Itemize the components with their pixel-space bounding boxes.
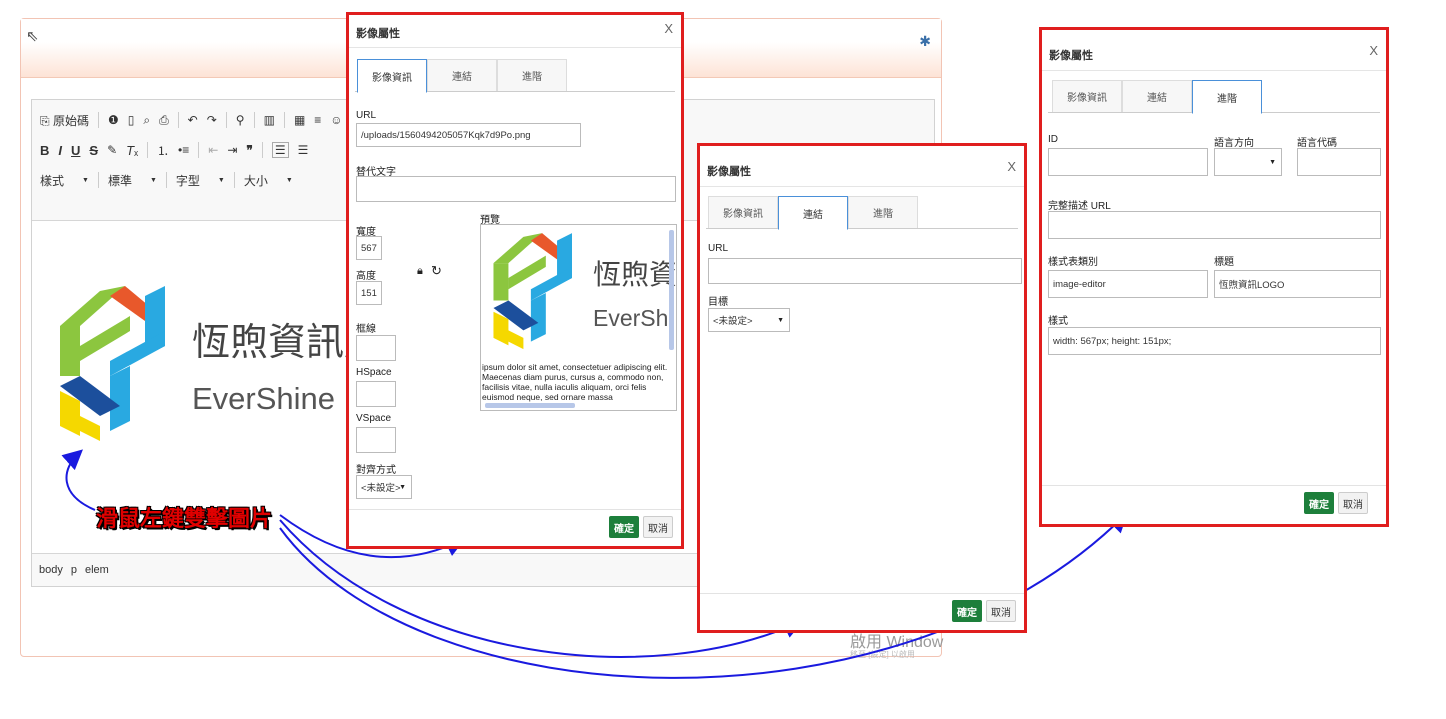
css-class-label: 樣式表類別	[1048, 257, 1098, 268]
ok-button[interactable]: 確定	[1304, 492, 1334, 514]
hspace-input[interactable]	[356, 381, 396, 407]
target-select[interactable]: <未設定>	[708, 308, 790, 332]
link-url-input[interactable]	[708, 258, 1022, 284]
divider	[700, 186, 1024, 187]
target-label: 目標	[708, 297, 728, 308]
style-input[interactable]: width: 567px; height: 151px;	[1048, 327, 1381, 355]
border-label: 框線	[356, 324, 376, 335]
language-direction-label: 語言方向	[1214, 138, 1254, 149]
dialog-footer: 確定 取消	[700, 593, 1024, 630]
tab-advanced[interactable]: 進階	[497, 59, 567, 91]
close-icon[interactable]: X	[664, 21, 673, 36]
align-label: 對齊方式	[356, 465, 396, 476]
height-label: 高度	[356, 271, 376, 282]
preview-lorem-text: ipsum dolor sit amet, consectetuer adipi…	[482, 362, 668, 402]
align-select[interactable]: <未設定>	[356, 475, 412, 499]
dialog-title: 影像屬性	[1049, 50, 1093, 62]
url-input[interactable]: /uploads/1560494205057Kqk7d9Po.png	[356, 123, 581, 147]
vspace-input[interactable]	[356, 427, 396, 453]
close-icon[interactable]: X	[1007, 159, 1016, 174]
vspace-label: VSpace	[356, 413, 392, 424]
long-description-input[interactable]	[1048, 211, 1381, 239]
tab-link[interactable]: 連結	[778, 196, 848, 230]
tab-image-info[interactable]: 影像資訊	[708, 196, 778, 228]
double-click-annotation: 滑鼠左鍵雙擊圖片	[96, 506, 273, 531]
ok-button[interactable]: 確定	[952, 600, 982, 622]
tab-bar: 影像資訊 連結 進階	[1048, 80, 1380, 114]
advisory-title-input[interactable]: 恆煦資訊LOGO	[1214, 270, 1381, 298]
image-properties-dialog-advanced: 影像屬性 X 影像資訊 連結 進階 ID 語言方向 語言代碼 完整描述 URL …	[1039, 27, 1389, 527]
vertical-scrollbar[interactable]	[669, 230, 674, 350]
tab-bar: 影像資訊 連結 進階	[706, 196, 1018, 230]
tab-image-info[interactable]: 影像資訊	[357, 59, 427, 93]
language-code-label: 語言代碼	[1297, 138, 1337, 149]
id-label: ID	[1048, 134, 1058, 145]
width-input[interactable]: 567	[356, 236, 382, 260]
cancel-button[interactable]: 取消	[1338, 492, 1368, 514]
url-label: URL	[356, 110, 377, 121]
preview-logo-english: EverShi	[593, 305, 674, 331]
dialog-title: 影像屬性	[356, 28, 400, 40]
ok-button[interactable]: 確定	[609, 516, 639, 538]
tab-advanced[interactable]: 進階	[848, 196, 918, 228]
tab-link[interactable]: 連結	[1122, 80, 1192, 112]
alt-text-input[interactable]	[356, 176, 676, 202]
id-input[interactable]	[1048, 148, 1208, 176]
url-label: URL	[708, 243, 729, 254]
border-input[interactable]	[356, 335, 396, 361]
cancel-button[interactable]: 取消	[643, 516, 673, 538]
hspace-label: HSpace	[356, 367, 392, 378]
preview-logo-image	[493, 233, 572, 350]
tab-bar: 影像資訊 連結 進階	[355, 59, 675, 93]
height-input[interactable]: 151	[356, 281, 382, 305]
tab-image-info[interactable]: 影像資訊	[1052, 80, 1122, 112]
image-properties-dialog-info: 影像屬性 X 影像資訊 連結 進階 URL /uploads/156049420…	[346, 12, 684, 549]
long-description-label: 完整描述 URL	[1048, 201, 1111, 212]
tab-link[interactable]: 連結	[427, 59, 497, 91]
image-preview: 恆煦資 EverShi ipsum dolor sit amet, consec…	[480, 224, 677, 411]
cancel-button[interactable]: 取消	[986, 600, 1016, 622]
style-label: 樣式	[1048, 316, 1068, 327]
close-icon[interactable]: X	[1369, 43, 1378, 58]
image-properties-dialog-link: 影像屬性 X 影像資訊 連結 進階 URL 目標 <未設定> 確定 取消	[697, 143, 1027, 633]
language-direction-select[interactable]	[1214, 148, 1282, 176]
divider	[349, 47, 681, 48]
tab-advanced[interactable]: 進階	[1192, 80, 1262, 114]
lock-ratio-icon[interactable]: 🔒︎	[417, 265, 423, 278]
preview-logo-chinese: 恆煦資	[593, 259, 677, 290]
reset-size-icon[interactable]: ↻	[431, 263, 442, 279]
dialog-footer: 確定 取消	[1042, 485, 1386, 524]
horizontal-scrollbar[interactable]	[485, 403, 575, 408]
css-class-input[interactable]: image-editor	[1048, 270, 1208, 298]
language-code-input[interactable]	[1297, 148, 1381, 176]
dialog-footer: 確定 取消	[349, 509, 681, 546]
dialog-title: 影像屬性	[707, 166, 751, 178]
advisory-title-label: 標題	[1214, 257, 1234, 268]
divider	[1042, 70, 1386, 71]
